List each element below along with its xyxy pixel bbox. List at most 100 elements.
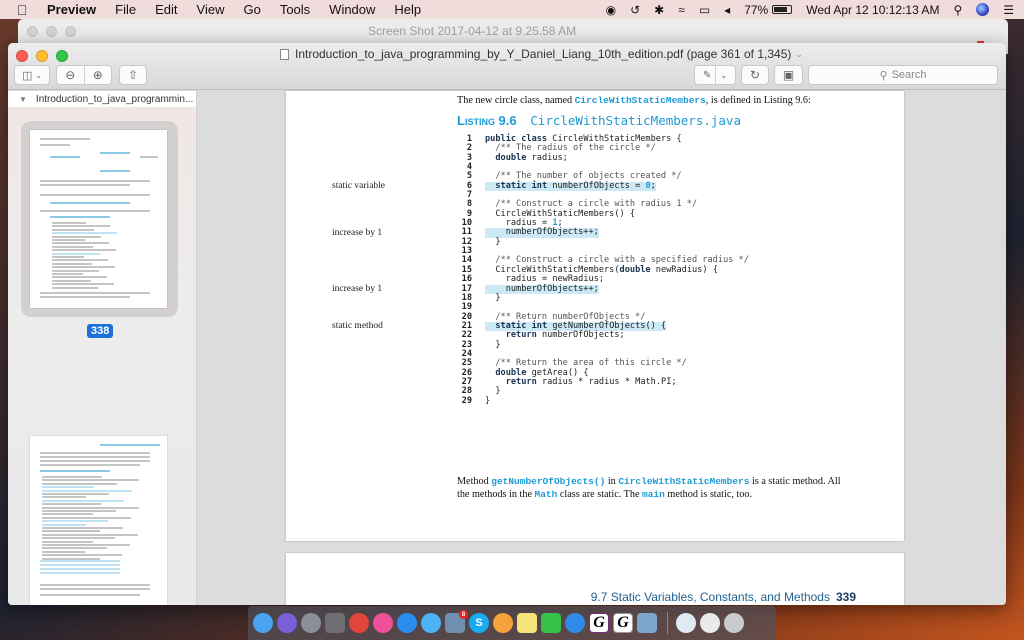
dock-skype-icon[interactable]: S [469, 613, 489, 633]
sidebar-header[interactable]: ▼ Introduction_to_java_programmin... [8, 91, 196, 107]
toolbox-icon: ▣ [782, 68, 795, 82]
thumbnail-text-line [52, 276, 107, 279]
thumbnail-page-label-selected: 338 [87, 324, 114, 338]
search-placeholder: Search [891, 69, 927, 81]
siri-icon[interactable] [976, 3, 990, 16]
dock-notes-icon[interactable] [517, 613, 537, 633]
fullscreen-button[interactable] [56, 50, 68, 62]
battery-icon[interactable] [772, 5, 793, 14]
dock-safari-icon[interactable] [565, 613, 585, 633]
thumbnail-text-line [42, 503, 102, 506]
menu-edit[interactable]: Edit [155, 2, 177, 17]
listing-caption: Listing 9.6 CircleWithStaticMembers.java [457, 113, 741, 128]
clock[interactable]: Wed Apr 12 10:12:13 AM [806, 3, 939, 17]
thumbnail-text-line [42, 486, 95, 489]
thumbnail-text-line [40, 138, 90, 140]
rotate-button[interactable]: ↻ [741, 65, 769, 85]
zoom-in-button[interactable]: ⊕ [85, 68, 112, 82]
dock: 8S GG [248, 606, 776, 640]
thumbnail-text-line [50, 156, 80, 158]
thumbnail-text-line [40, 460, 150, 462]
code-text: return numberOfObjects; [505, 330, 625, 341]
menu-tools[interactable]: Tools [280, 2, 310, 17]
thumbnail-text-line [40, 292, 150, 294]
thumbnail-text-line [50, 216, 110, 218]
thumbnail-text-line [42, 489, 132, 492]
window-title[interactable]: Introduction_to_java_programming_by_Y_Da… [280, 47, 803, 61]
thumbnail-text-line [40, 456, 150, 458]
toolbox-button[interactable]: ▣ [774, 65, 803, 85]
share-button[interactable]: ⇧ [119, 65, 147, 85]
menu-go[interactable]: Go [243, 2, 260, 17]
thumbnail-text-line [52, 225, 110, 228]
code-line: 12 } [454, 237, 749, 247]
dock-mail-icon[interactable]: 8 [445, 610, 468, 633]
document-view[interactable]: The new circle class, named CircleWithSt… [198, 91, 1006, 605]
dock-chrome-icon[interactable] [349, 613, 369, 633]
pen-icon: ✎ [702, 69, 712, 81]
disclosure-triangle-icon[interactable]: ▼ [19, 95, 27, 104]
dock-launchpad-icon[interactable] [301, 613, 321, 633]
dock-facetime-icon[interactable] [541, 613, 561, 633]
time-machine-icon[interactable]: ↺ [630, 3, 640, 17]
running-header: 9.7 Static Variables, Constants, and Met… [590, 590, 856, 604]
page-thumbnail-338[interactable] [30, 130, 167, 308]
menu-window[interactable]: Window [329, 2, 375, 17]
dock-badge: 8 [459, 610, 468, 619]
apple-menu-icon[interactable]:  [17, 2, 33, 18]
dock-preview-icon[interactable] [637, 613, 657, 633]
code-text: numberOfObjects++; [485, 284, 599, 294]
thumbnail-text-line [42, 523, 86, 526]
thumbnail-text-line [42, 496, 87, 499]
thumbnail-text-line [52, 256, 84, 258]
thumbnail-text-line [42, 547, 108, 550]
menu-app-name[interactable]: Preview [47, 2, 96, 17]
chevron-down-icon[interactable]: ⌄ [795, 49, 803, 60]
zoom-out-button[interactable]: ⊖ [57, 68, 84, 82]
dock-trash-icon[interactable] [724, 613, 744, 633]
thumbnail-text-line [40, 464, 140, 466]
wifi-icon[interactable]: ≈ [678, 3, 685, 17]
dock-siri-icon[interactable] [277, 613, 297, 633]
thumbnail-text-line [52, 242, 109, 245]
globe-icon[interactable]: ◉ [606, 3, 616, 17]
preview-window: Introduction_to_java_programming_by_Y_Da… [8, 43, 1006, 605]
dock-system-preferences-icon[interactable] [325, 613, 345, 633]
thumbnail-text-line [40, 564, 120, 566]
battery-percent[interactable]: 77% [744, 3, 768, 17]
code-listing: 1 public class CircleWithStaticMembers {2… [454, 134, 749, 406]
markup-button[interactable]: ✎ ⌄ [694, 65, 736, 85]
dock-gimp-1-icon[interactable]: G [589, 613, 609, 633]
thumbnail-text-line [52, 245, 93, 248]
intro-paragraph: The new circle class, named CircleWithSt… [457, 95, 811, 106]
notification-center-icon[interactable]: ☰ [1003, 3, 1014, 17]
search-field[interactable]: ⚲ Search [808, 65, 998, 85]
dock-itunes-icon[interactable] [373, 613, 393, 633]
close-button[interactable] [16, 50, 28, 62]
dock-gimp-2-icon[interactable]: G [613, 613, 633, 633]
dock-photos-icon[interactable] [493, 613, 513, 633]
dock-separator [667, 612, 668, 634]
page-thumbnail-339[interactable] [30, 436, 167, 605]
menu-file[interactable]: File [115, 2, 136, 17]
sidebar-toggle-button[interactable]: ◫ ⌄ [14, 65, 50, 85]
menu-help[interactable]: Help [394, 2, 421, 17]
thumbnail-text-line [100, 152, 130, 154]
airplay-icon[interactable]: ▭ [699, 3, 710, 17]
bluetooth-icon[interactable]: ✱ [654, 3, 664, 17]
dock-downloads-stack-icon[interactable] [700, 613, 720, 633]
thumbnail-text-line [40, 184, 130, 186]
dock-document-stack-icon[interactable] [676, 613, 696, 633]
volume-icon[interactable]: ◂ [724, 3, 730, 17]
dock-messages-icon[interactable] [421, 613, 441, 633]
thumbnail-text-line [40, 572, 120, 574]
share-icon: ⇧ [127, 68, 139, 82]
code-line: 28 } [454, 386, 749, 396]
dock-finder-icon[interactable] [253, 613, 273, 633]
menu-view[interactable]: View [197, 2, 225, 17]
thumbnail-text-line [52, 228, 94, 231]
dock-app-store-icon[interactable] [397, 613, 417, 633]
spotlight-icon[interactable]: ⚲ [953, 3, 962, 17]
minimize-button[interactable] [36, 50, 48, 62]
thumbnail-text-line [52, 232, 118, 235]
